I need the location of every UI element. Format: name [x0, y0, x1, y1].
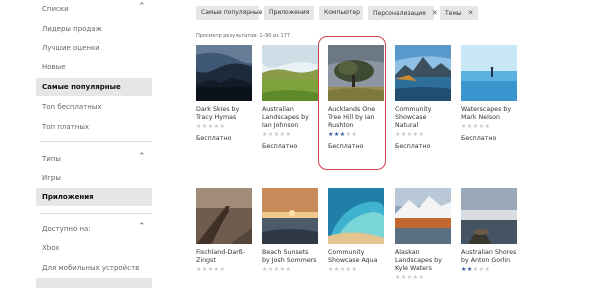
tile-price: Бесплатно: [262, 143, 298, 150]
app-tile[interactable]: Waterscapes by Mark Nelson ★★★★★ Бесплат…: [461, 45, 517, 142]
sidebar-item-xbox[interactable]: Xbox: [36, 239, 152, 257]
rating-stars: ★★★★★: [461, 266, 491, 273]
app-tile[interactable]: Alaskan Landscapes by Kyle Waters ★★★★★: [395, 188, 451, 281]
close-icon[interactable]: ✕: [432, 9, 438, 17]
thumbnail-image[interactable]: [262, 188, 318, 244]
thumbnail-image[interactable]: [461, 188, 517, 244]
chevron-up-icon[interactable]: ⌃: [138, 222, 146, 232]
app-tile[interactable]: Dark Skies by Tracy Hymas ★★★★★ Бесплатн…: [196, 45, 252, 142]
sidebar-item-most-popular[interactable]: Самые популярные: [36, 78, 152, 96]
sidebar: Списки ⌃ Лидеры продаж Лучшие оценки Нов…: [0, 0, 156, 288]
tile-title: Alaskan Landscapes by Kyle Waters: [395, 249, 442, 272]
app-tile[interactable]: Beach Sunsets by Josh Sommers ★★★★★: [262, 188, 318, 273]
filter-chip-label: Приложения: [269, 9, 310, 16]
tile-price: Бесплатно: [196, 135, 232, 142]
thumbnail-image[interactable]: [262, 45, 318, 101]
app-tile[interactable]: Fischland-Darß-Zingst ★★★★★: [196, 188, 252, 273]
sidebar-item-mobile[interactable]: Для мобильных устройств: [36, 259, 152, 277]
thumbnail-image[interactable]: [196, 188, 252, 244]
thumbnail-image[interactable]: [196, 45, 252, 101]
filter-chip-most-popular[interactable]: Самые популярные: [196, 6, 263, 20]
tile-title: Fischland-Darß-Zingst: [196, 249, 246, 264]
rating-stars: ★★★★★: [262, 131, 292, 138]
sidebar-item-top-rated[interactable]: Лучшие оценки: [36, 39, 152, 57]
sidebar-item-apps[interactable]: Приложения: [36, 188, 152, 206]
filter-chip-label: Компьютер: [324, 9, 360, 16]
filter-chip-personalization[interactable]: Персонализация ✕: [368, 6, 438, 20]
app-tile[interactable]: Australian Shores by Anton Gorlin ★★★★★: [461, 188, 517, 273]
sidebar-item-top-paid[interactable]: Топ платных: [36, 118, 152, 136]
tile-title: Dark Skies by Tracy Hymas: [196, 106, 240, 121]
thumbnail-image[interactable]: [395, 188, 451, 244]
tile-title: Australian Shores by Anton Gorlin: [461, 249, 517, 264]
thumbnail-image[interactable]: [328, 188, 384, 244]
sidebar-divider: [40, 141, 152, 142]
sidebar-item-new[interactable]: Новые: [36, 58, 152, 76]
available-section-label: Доступно на:: [42, 225, 91, 233]
sidebar-divider: [40, 213, 152, 214]
app-tile[interactable]: Community Showcase Aqua ★★★★★: [328, 188, 384, 273]
close-icon[interactable]: ✕: [468, 9, 474, 17]
app-tile[interactable]: Australian Landscapes by Ian Johnson ★★★…: [262, 45, 318, 150]
available-section-header[interactable]: Доступно на: ⌃: [0, 222, 152, 236]
filter-chip-label: Темы: [445, 10, 462, 17]
rating-stars: ★★★★★: [196, 123, 226, 130]
thumbnail-image[interactable]: [395, 45, 451, 101]
rating-stars: ★★★★★: [461, 123, 491, 130]
types-section-header[interactable]: Типы ⌃: [0, 152, 152, 166]
rating-stars: ★★★★★: [395, 274, 425, 281]
app-tile[interactable]: Community Showcase Natural ★★★★★ Бесплат…: [395, 45, 451, 150]
tile-title: Community Showcase Aqua: [328, 249, 378, 264]
filter-chip-label: Самые популярные: [201, 9, 263, 16]
chevron-up-icon[interactable]: ⌃: [138, 2, 146, 12]
rating-stars: ★★★★★: [328, 266, 358, 273]
sidebar-item-top-sellers[interactable]: Лидеры продаж: [36, 20, 152, 38]
tile-price: Бесплатно: [395, 143, 431, 150]
selection-highlight: [318, 36, 386, 170]
chevron-up-icon[interactable]: ⌃: [138, 152, 146, 162]
sidebar-item-games[interactable]: Игры: [36, 169, 152, 187]
thumbnail-image[interactable]: [461, 45, 517, 101]
rating-stars: ★★★★★: [395, 131, 425, 138]
tile-title: Waterscapes by Mark Nelson: [461, 106, 512, 121]
filter-chip-themes[interactable]: Темы ✕: [440, 6, 478, 20]
filter-chip-apps[interactable]: Приложения: [264, 6, 314, 20]
sidebar-item-cutoff[interactable]: [36, 278, 152, 288]
results-count: Просмотр результатов: 1–90 из 177: [196, 33, 291, 39]
tile-title: Community Showcase Natural: [395, 106, 432, 129]
filter-chip-computer[interactable]: Компьютер: [319, 6, 363, 20]
lists-section-label: Списки: [42, 5, 69, 13]
rating-stars: ★★★★★: [262, 266, 292, 273]
tile-title: Beach Sunsets by Josh Sommers: [262, 249, 317, 264]
lists-section-header[interactable]: Списки ⌃: [0, 2, 152, 16]
rating-stars: ★★★★★: [196, 266, 226, 273]
sidebar-item-top-free[interactable]: Топ бесплатных: [36, 98, 152, 116]
filter-chip-label: Персонализация: [373, 10, 426, 17]
types-section-label: Типы: [42, 155, 61, 163]
tile-title: Australian Landscapes by Ian Johnson: [262, 106, 309, 129]
tile-price: Бесплатно: [461, 135, 497, 142]
